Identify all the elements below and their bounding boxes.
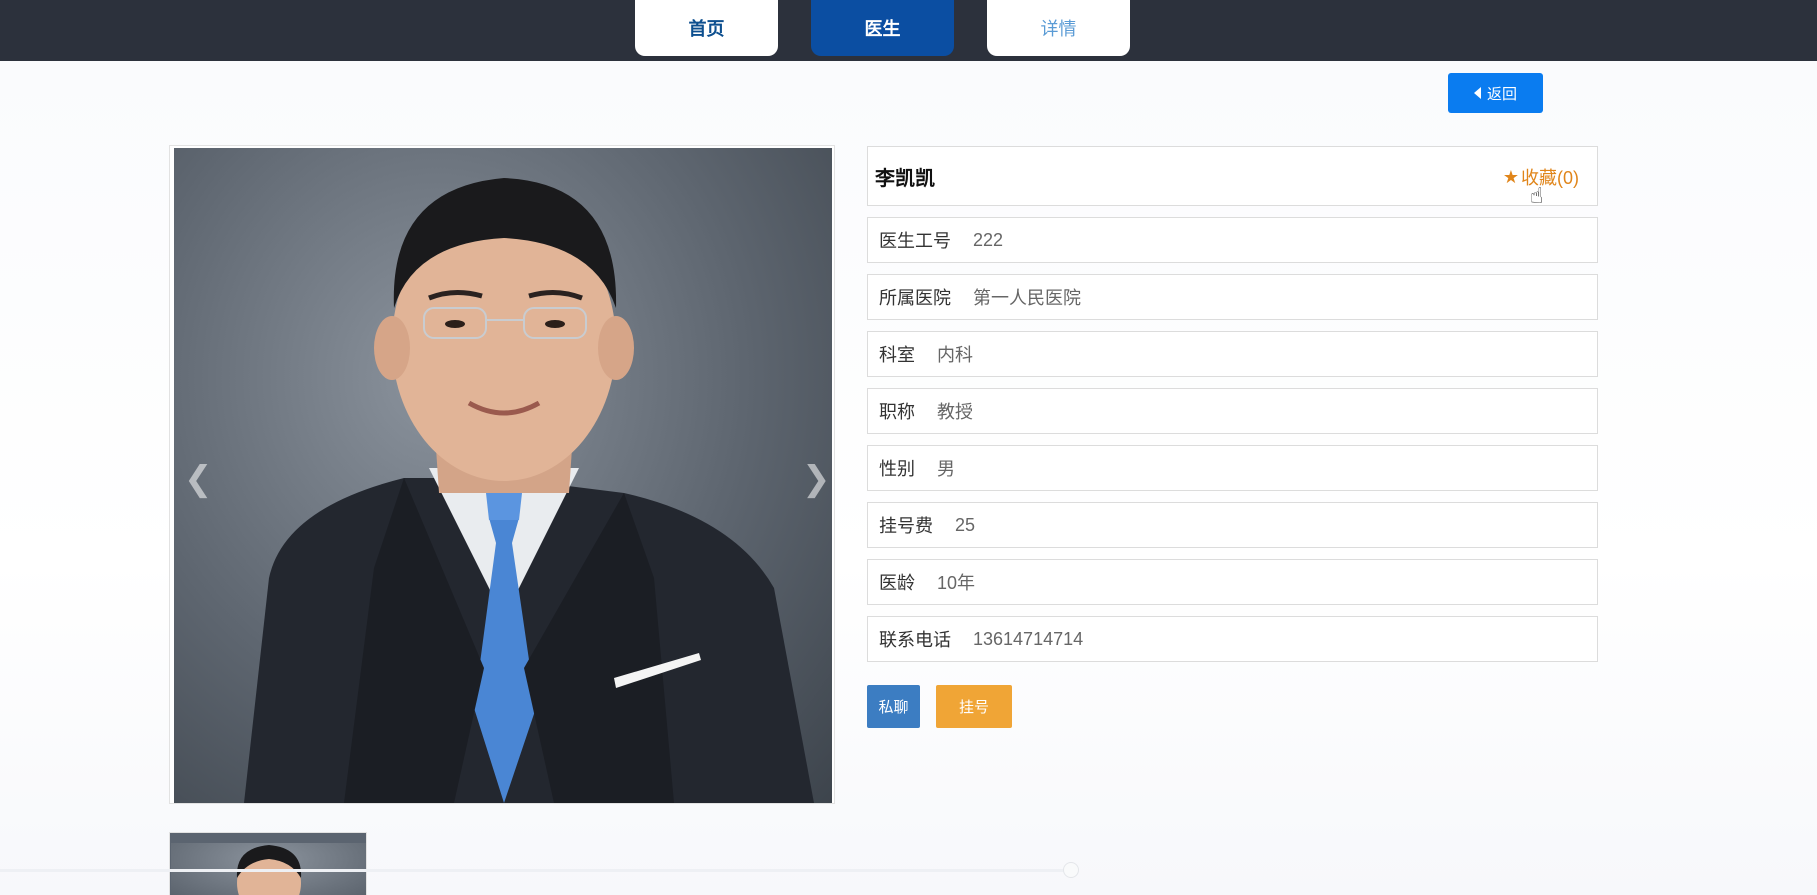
- caret-left-icon: [1473, 87, 1481, 99]
- tab-home[interactable]: 首页: [635, 0, 778, 56]
- field-value: 内科: [937, 345, 973, 365]
- star-icon: ★: [1502, 166, 1519, 187]
- photo-thumbnail[interactable]: [169, 832, 367, 895]
- chevron-left-icon[interactable]: ❮: [184, 462, 213, 496]
- field-value: 第一人民医院: [973, 288, 1081, 308]
- field-value: 男: [937, 459, 955, 479]
- field-label: 性别: [879, 459, 915, 479]
- back-button-label: 返回: [1486, 85, 1517, 103]
- field-label: 挂号费: [879, 516, 933, 536]
- field-label: 医龄: [879, 573, 915, 593]
- field-value: 10年: [937, 573, 976, 593]
- doctor-photo-carousel: ❮ ❯: [169, 145, 835, 804]
- hand-cursor-icon: ☝: [1530, 183, 1544, 208]
- field-label: 联系电话: [879, 630, 951, 650]
- field-row: 职称 教授: [867, 388, 1598, 434]
- doctor-name: 李凯凯: [875, 167, 935, 190]
- field-value: 25: [955, 514, 976, 535]
- slider-track: [0, 869, 1070, 872]
- field-row: 所属医院 第一人民医院: [867, 274, 1598, 320]
- field-label: 所属医院: [879, 288, 951, 308]
- field-row: 联系电话 13614714714: [867, 616, 1598, 662]
- field-label: 职称: [879, 402, 915, 422]
- field-row: 科室 内科: [867, 331, 1598, 377]
- doctor-name-panel: 李凯凯 ★ 收藏(0): [867, 146, 1598, 206]
- doctor-photo: [174, 148, 832, 803]
- back-button[interactable]: 返回: [1448, 73, 1543, 113]
- tab-detail[interactable]: 详情: [987, 0, 1130, 56]
- tab-doctor[interactable]: 医生: [811, 0, 954, 56]
- field-label: 科室: [879, 345, 915, 365]
- private-chat-button[interactable]: 私聊: [867, 685, 920, 728]
- field-row: 医生工号 222: [867, 217, 1598, 263]
- field-label: 医生工号: [879, 231, 951, 251]
- register-button[interactable]: 挂号: [936, 685, 1012, 728]
- field-row: 挂号费 25: [867, 502, 1598, 548]
- field-value: 222: [973, 229, 1004, 250]
- field-row: 医龄 10年: [867, 559, 1598, 605]
- chevron-right-icon[interactable]: ❯: [802, 462, 831, 496]
- field-value: 13614714714: [973, 628, 1084, 649]
- slider-handle[interactable]: [1063, 862, 1079, 878]
- field-value: 教授: [937, 402, 973, 422]
- field-row: 性别 男: [867, 445, 1598, 491]
